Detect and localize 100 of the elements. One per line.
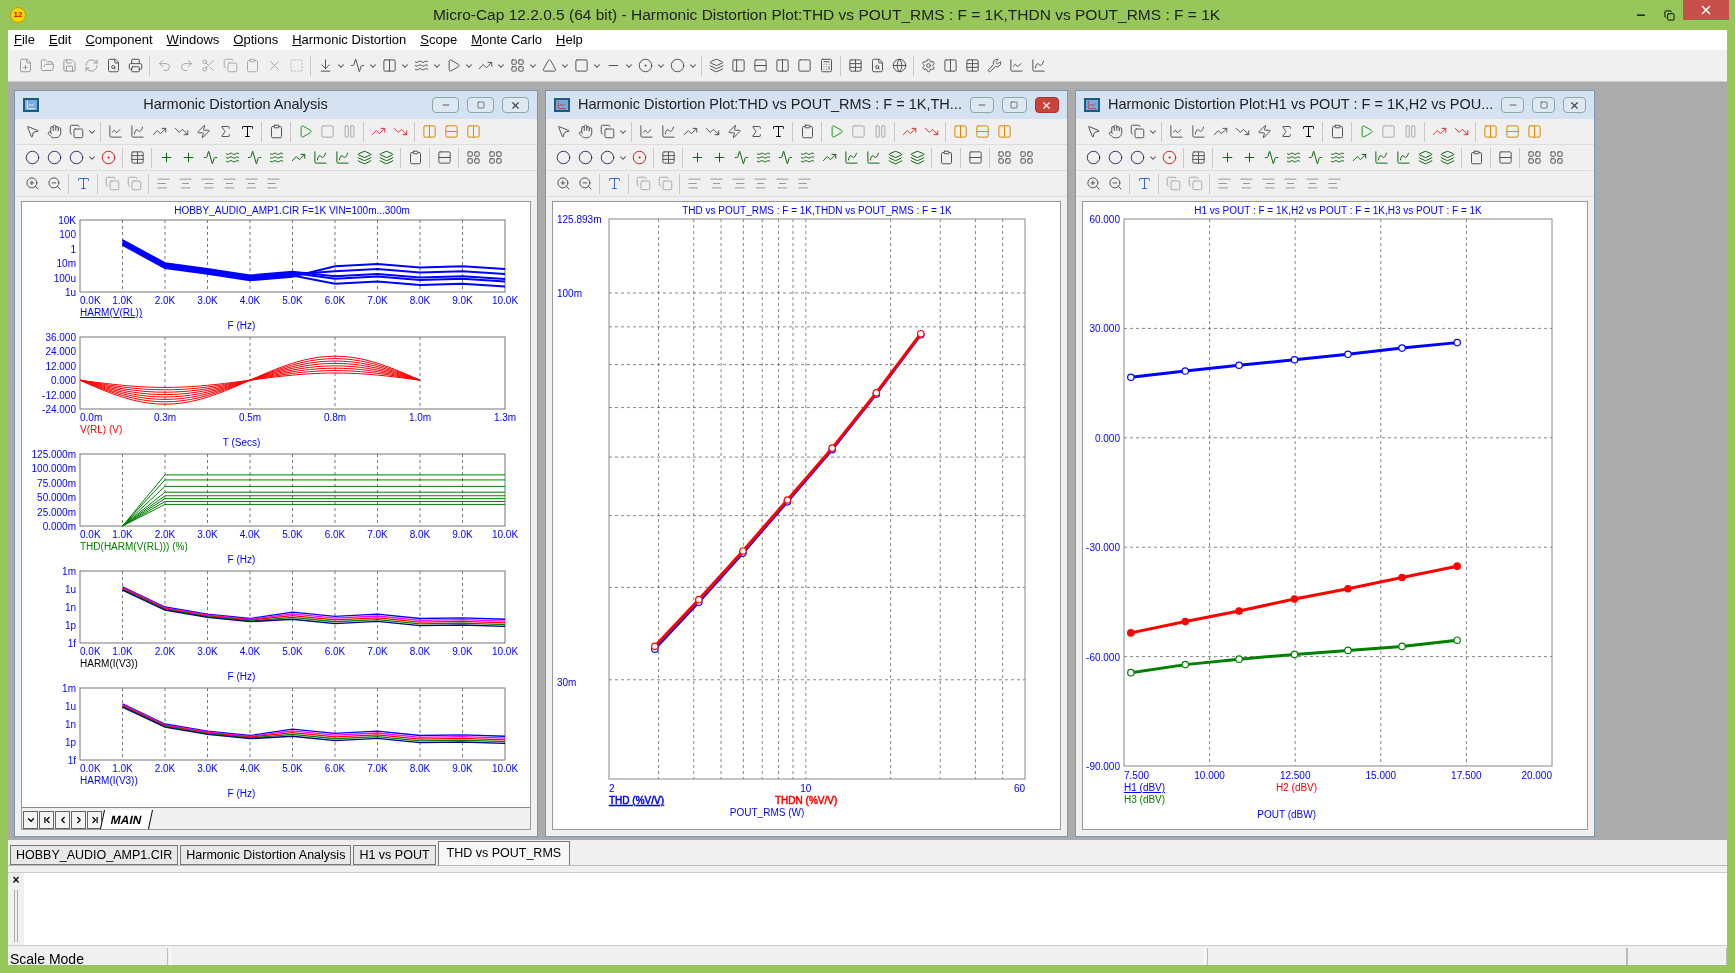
line-chart-icon[interactable] [107,124,123,139]
square-icon[interactable] [573,58,589,73]
circle-icon[interactable] [669,58,685,73]
document-tab[interactable]: Harmonic Distortion Analysis [180,845,352,865]
zoom-out-icon[interactable] [1107,176,1123,191]
rows-icon[interactable] [1497,150,1513,165]
columns-icon[interactable] [942,58,958,73]
circle-icon[interactable] [555,150,571,165]
play-icon[interactable] [297,124,313,139]
calculator-icon[interactable] [818,58,834,73]
close-button[interactable] [1563,97,1586,113]
align-center-icon[interactable] [774,176,790,191]
menu-item[interactable]: Windows [166,30,220,50]
text-icon[interactable] [770,124,786,139]
curve-chart-icon[interactable] [1030,58,1046,73]
copy-icon[interactable] [599,124,615,139]
line-chart-icon[interactable] [1168,124,1184,139]
preview-icon[interactable] [105,58,121,73]
page-nav-button[interactable] [39,811,54,829]
curve-chart-icon[interactable] [312,150,328,165]
menu-item[interactable]: Options [233,30,279,50]
table-icon[interactable] [1190,150,1206,165]
new-file-icon[interactable] [17,58,33,73]
circle-dot-icon[interactable] [631,150,647,165]
menu-item[interactable]: Monte Carlo [471,30,543,50]
layers-icon[interactable] [378,150,394,165]
gear-icon[interactable] [920,58,936,73]
globe-icon[interactable] [891,58,907,73]
page-nav-button[interactable] [87,811,102,829]
clipboard-icon[interactable] [244,58,260,73]
zap-icon[interactable] [726,124,742,139]
align-center-icon[interactable] [243,176,259,191]
align-center-icon[interactable] [221,176,237,191]
page-nav-button[interactable] [71,811,86,829]
circle-dot-icon[interactable] [1161,150,1177,165]
curve-chart-icon[interactable] [1190,124,1206,139]
pointer-icon[interactable] [24,124,40,139]
circle-icon[interactable] [577,150,593,165]
align-center-icon[interactable] [177,176,193,191]
page-nav-button[interactable] [23,811,38,829]
wave-icon[interactable] [413,58,429,73]
columns-icon[interactable] [774,58,790,73]
clipboard-icon[interactable] [1329,124,1345,139]
circle-icon[interactable] [24,150,40,165]
zoom-out-icon[interactable] [46,176,62,191]
align-left-icon[interactable] [265,176,281,191]
align-right-icon[interactable] [199,176,215,191]
plus-icon[interactable] [180,150,196,165]
curve-chart-icon[interactable] [660,124,676,139]
zap-icon[interactable] [1256,124,1272,139]
table-icon[interactable] [847,58,863,73]
align-center-icon[interactable] [708,176,724,191]
grid-icon[interactable] [1018,150,1034,165]
curve-chart-icon[interactable] [1395,150,1411,165]
align-center-icon[interactable] [1304,176,1320,191]
printer-icon[interactable] [127,58,143,73]
circle-icon[interactable] [1129,150,1145,165]
close-button[interactable] [502,97,529,113]
align-left-icon[interactable] [1326,176,1342,191]
layers-icon[interactable] [356,150,372,165]
close-button[interactable]: × [12,873,20,887]
align-left-icon[interactable] [1216,176,1232,191]
page-nav-button[interactable] [55,811,70,829]
circle-dot-icon[interactable] [100,150,116,165]
hand-icon[interactable] [1107,124,1123,139]
align-center-icon[interactable] [1238,176,1254,191]
circle-icon[interactable] [68,150,84,165]
align-left-icon[interactable] [686,176,702,191]
align-center-icon[interactable] [752,176,768,191]
layers-icon[interactable] [1439,150,1455,165]
wave-icon[interactable] [268,150,284,165]
align-left-icon[interactable] [155,176,171,191]
grid-icon[interactable] [509,58,525,73]
menu-item[interactable]: File [14,30,35,50]
wave-icon[interactable] [799,150,815,165]
plus-icon[interactable] [1219,150,1235,165]
plus-icon[interactable] [158,150,174,165]
window-icon[interactable] [796,58,812,73]
document-tab[interactable]: H1 vs POUT [353,845,436,865]
layers-icon[interactable] [887,150,903,165]
clipboard-icon[interactable] [799,124,815,139]
menu-item[interactable]: Help [556,30,583,50]
rows-icon[interactable] [967,150,983,165]
curve-chart-icon[interactable] [843,150,859,165]
peak-icon[interactable] [202,150,218,165]
hand-icon[interactable] [46,124,62,139]
line-chart-icon[interactable] [638,124,654,139]
align-left-icon[interactable] [796,176,812,191]
document-tab[interactable]: HOBBY_AUDIO_AMP1.CIR [10,845,179,865]
plus-icon[interactable] [689,150,705,165]
text-style-icon[interactable] [1136,176,1152,191]
grid-icon[interactable] [1548,150,1564,165]
line-chart-icon[interactable] [1008,58,1024,73]
wave-icon[interactable] [1329,150,1345,165]
circle-icon[interactable] [599,150,615,165]
wave-icon[interactable] [755,150,771,165]
zoom-in-icon[interactable] [24,176,40,191]
copy-icon[interactable] [68,124,84,139]
curve-chart-icon[interactable] [865,150,881,165]
align-center-icon[interactable] [1282,176,1298,191]
